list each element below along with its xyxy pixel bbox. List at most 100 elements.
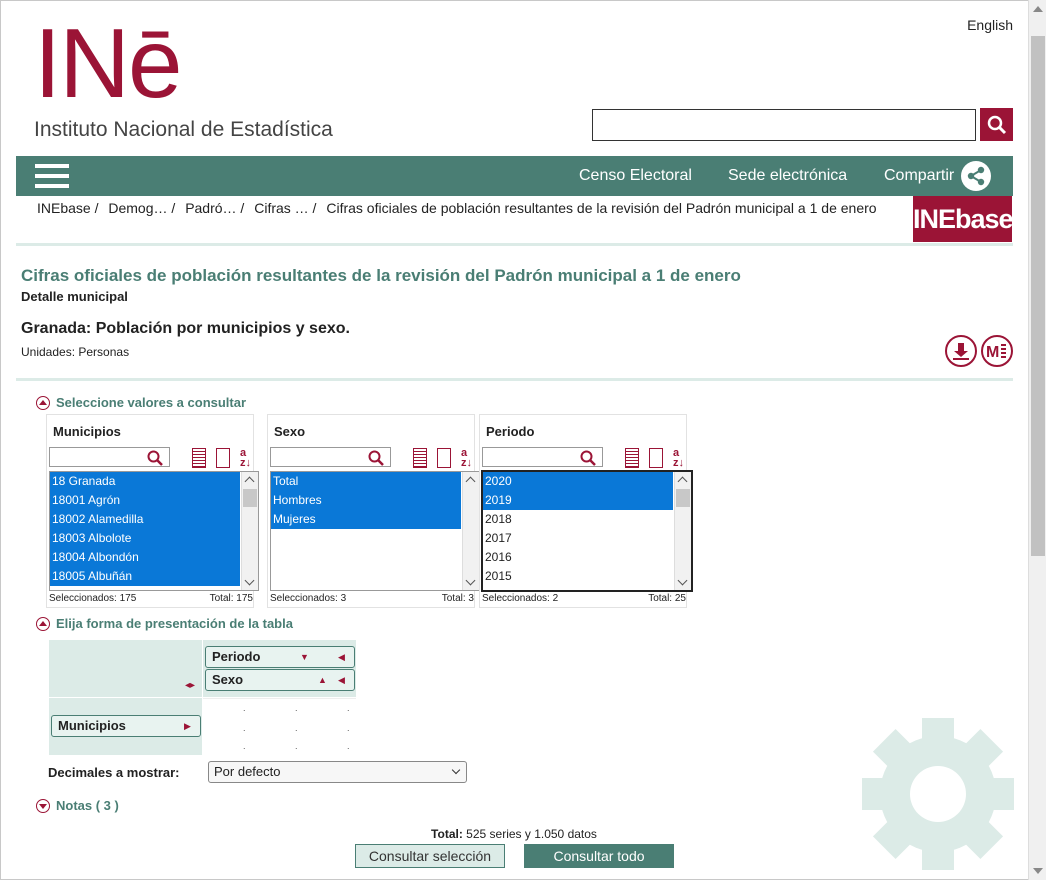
table-title: Granada: Población por municipios y sexo… [21, 320, 350, 337]
breadcrumb-current: Cifras oficiales de población resultante… [326, 200, 877, 216]
share-icon[interactable] [961, 161, 991, 191]
list-item[interactable]: 18003 Albolote [50, 529, 240, 548]
layout-column-sexo[interactable]: Sexo ▲ ◀ [205, 669, 355, 691]
select-all-icon[interactable] [625, 448, 639, 468]
select-values-label: Seleccione valores a consultar [56, 395, 247, 410]
consult-all-button[interactable]: Consultar todo [524, 844, 674, 868]
select-all-icon[interactable] [192, 448, 206, 468]
nav-censo-electoral[interactable]: Censo Electoral [579, 167, 692, 185]
layout-label: Elija forma de presentación de la tabla [56, 616, 293, 631]
total-summary: Total: 525 series y 1.050 datos [0, 827, 1028, 841]
gear-icon [862, 718, 1014, 870]
list-item[interactable]: 2017 [483, 529, 673, 548]
page-title: Cifras oficiales de población resultante… [21, 266, 741, 285]
language-link[interactable]: English [967, 17, 1013, 33]
metadata-button[interactable]: M [981, 335, 1013, 367]
scroll-up-icon[interactable] [1033, 6, 1043, 12]
search-button[interactable] [980, 108, 1013, 141]
page-scrollbar[interactable] [1028, 0, 1046, 880]
deselect-all-icon[interactable] [437, 448, 451, 468]
download-button[interactable] [945, 335, 977, 367]
layout-preview-grid: ... ... ... [203, 698, 356, 755]
swap-icon[interactable]: ◂▸ [185, 680, 195, 691]
select-values-toggle[interactable]: Seleccione valores a consultar [36, 395, 246, 410]
variable-list[interactable]: 18 Granada 18001 Agrón 18002 Alamedilla … [49, 471, 259, 591]
list-item[interactable]: Hombres [271, 491, 461, 510]
scroll-thumb[interactable] [1031, 36, 1045, 556]
list-item[interactable]: 2016 [483, 548, 673, 567]
list-item[interactable]: 2019 [483, 491, 673, 510]
list-scrollbar[interactable] [674, 472, 691, 590]
expand-icon [36, 798, 50, 813]
selected-count: Seleccionados: 3 [270, 593, 347, 604]
variable-search-input[interactable] [49, 447, 170, 467]
logo-text: Instituto Nacional de Estadística [34, 118, 333, 141]
total-count: Total: 3 [441, 593, 474, 604]
sort-up-icon[interactable]: ▲ [318, 670, 327, 690]
decimals-label: Decimales a mostrar: [48, 765, 180, 780]
layout-toggle[interactable]: Elija forma de presentación de la tabla [36, 616, 293, 631]
consult-selection-button[interactable]: Consultar selección [355, 844, 505, 868]
search-icon [987, 115, 1006, 134]
list-item[interactable]: 2018 [483, 510, 673, 529]
search-input[interactable] [592, 109, 976, 141]
move-left-icon[interactable]: ◀ [338, 647, 345, 667]
breadcrumb-demografia[interactable]: Demog… / [108, 200, 175, 216]
list-scrollbar[interactable] [462, 472, 479, 590]
inebase-logo[interactable]: INEbase [913, 196, 1014, 242]
ine-logo[interactable]: INē Instituto Nacional de Estadística [34, 14, 333, 142]
search-icon[interactable] [368, 450, 384, 466]
select-all-icon[interactable] [413, 448, 427, 468]
scroll-down-icon[interactable] [1033, 868, 1043, 874]
sort-down-icon[interactable]: ▼ [300, 647, 309, 667]
variable-name: Periodo [486, 424, 535, 439]
decimals-select[interactable]: Por defecto [208, 761, 467, 783]
list-scrollbar[interactable] [241, 472, 258, 590]
breadcrumb-padron[interactable]: Padró… / [185, 200, 244, 216]
deselect-all-icon[interactable] [216, 448, 230, 468]
collapse-icon [36, 616, 50, 631]
breadcrumb: INEbase / Demog… / Padró… / Cifras … / C… [37, 200, 883, 216]
variable-name: Sexo [274, 424, 306, 439]
list-item[interactable]: 18005 Albuñán [50, 567, 240, 586]
search-icon[interactable] [580, 450, 596, 466]
nav-compartir[interactable]: Compartir [884, 167, 954, 185]
variable-list[interactable]: 2020 2019 2018 2017 2016 2015 [481, 470, 693, 592]
list-item[interactable]: 18001 Agrón [50, 491, 240, 510]
selected-count: Seleccionados: 2 [482, 593, 559, 604]
list-item[interactable]: 2015 [483, 567, 673, 586]
layout-corner [49, 640, 202, 697]
variable-name: Municipios [53, 424, 121, 439]
sort-az-icon[interactable]: a z↓ [461, 448, 472, 469]
table-layout: ◂▸ Periodo ▼ ◀ Sexo ▲ ◀ Municipios ▶ ...… [49, 640, 356, 755]
list-item[interactable]: 18002 Alamedilla [50, 510, 240, 529]
notes-toggle[interactable]: Notas ( 3 ) [36, 798, 119, 813]
variable-list[interactable]: Total Hombres Mujeres [270, 471, 480, 591]
sort-az-icon[interactable]: a z↓ [240, 448, 251, 469]
list-item[interactable]: Mujeres [271, 510, 461, 529]
pill-label: Sexo [212, 672, 244, 687]
list-item[interactable]: 18 Granada [50, 472, 240, 491]
list-item[interactable]: 18004 Albondón [50, 548, 240, 567]
nav-sede-electronica[interactable]: Sede electrónica [728, 167, 847, 185]
list-item[interactable]: 2020 [483, 472, 673, 491]
sort-az-icon[interactable]: a z↓ [673, 448, 684, 469]
list-item[interactable]: Total [271, 472, 461, 491]
download-icon [953, 343, 969, 360]
metadata-icon: M [986, 344, 1006, 361]
deselect-all-icon[interactable] [649, 448, 663, 468]
variable-search-input[interactable] [270, 447, 391, 467]
total-label: Total: [431, 827, 463, 841]
move-right-icon[interactable]: ▶ [184, 716, 191, 736]
variable-search-input[interactable] [482, 447, 603, 467]
menu-icon[interactable] [35, 164, 69, 188]
breadcrumb-inebase[interactable]: INEbase / [37, 200, 98, 216]
move-left-icon[interactable]: ◀ [338, 670, 345, 690]
layout-row-municipios[interactable]: Municipios ▶ [51, 715, 201, 737]
layout-column-periodo[interactable]: Periodo ▼ ◀ [205, 646, 355, 668]
selected-count: Seleccionados: 175 [49, 593, 137, 604]
units-label: Unidades: Personas [21, 345, 130, 359]
search-icon[interactable] [147, 450, 163, 466]
total-count: Total: 175 [209, 593, 253, 604]
breadcrumb-cifras[interactable]: Cifras … / [254, 200, 316, 216]
